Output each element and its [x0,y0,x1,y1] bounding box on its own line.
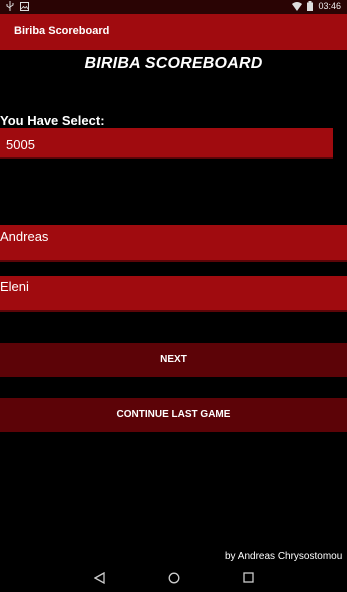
status-bar: 03:46 [0,0,347,14]
status-left [6,1,29,11]
battery-icon [307,1,314,11]
recents-icon[interactable] [243,572,254,583]
wifi-icon [292,1,303,11]
selected-score-field[interactable]: 5005 [0,128,333,159]
navigation-bar [0,566,347,592]
page-heading: BIRIBA SCOREBOARD [84,55,263,72]
player2-name-input[interactable]: Eleni [0,276,347,312]
player1-name-input[interactable]: Andreas [0,225,347,262]
image-notification-icon [20,1,29,11]
back-icon[interactable] [94,572,105,584]
select-label: You Have Select: [0,113,105,128]
status-time: 03:46 [318,1,341,11]
player2-name-value: Eleni [0,279,29,294]
app-bar: Biriba Scoreboard [0,14,347,50]
status-right: 03:46 [292,1,341,11]
player1-name-value: Andreas [0,229,49,244]
home-icon[interactable] [168,572,180,584]
author-credit: by Andreas Chrysostomou [225,551,343,562]
usb-icon [6,1,14,11]
continue-last-game-button[interactable]: CONTINUE LAST GAME [0,398,347,432]
selected-score-value: 5005 [6,137,35,152]
next-button[interactable]: NEXT [0,343,347,377]
app-title: Biriba Scoreboard [14,25,110,37]
